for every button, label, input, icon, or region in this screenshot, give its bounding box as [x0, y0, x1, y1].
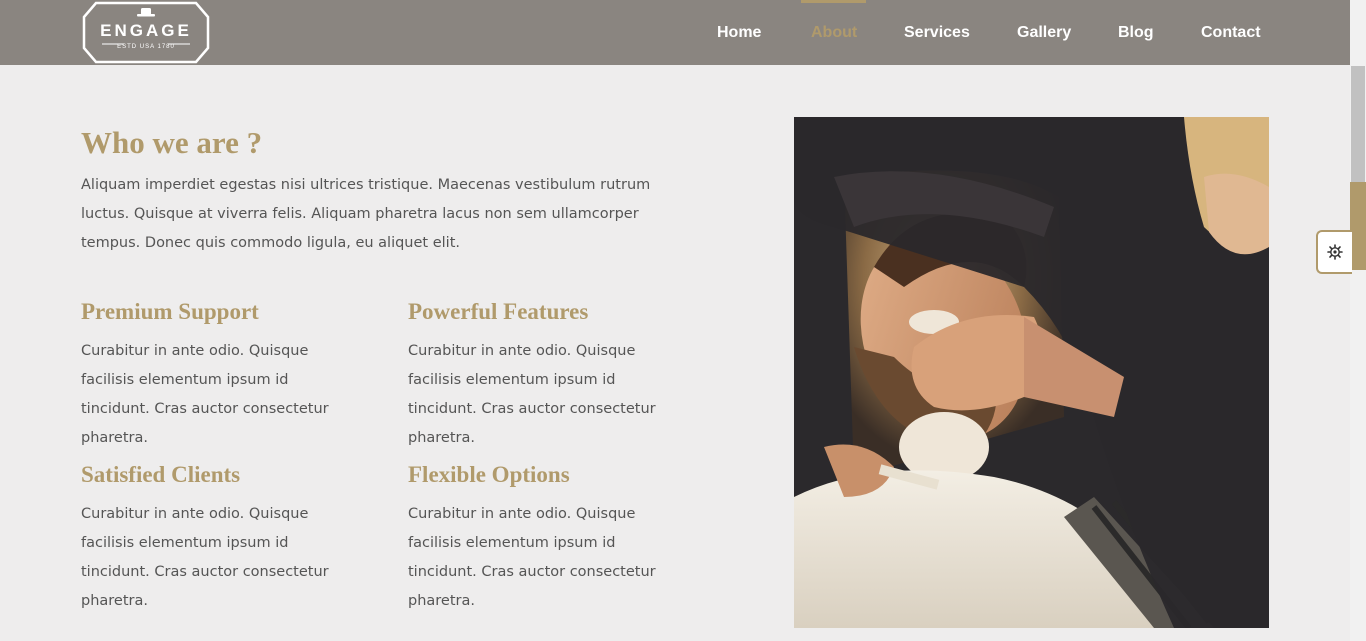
feature-title: Satisfied Clients	[81, 462, 241, 487]
nav-blog[interactable]: Blog	[1118, 24, 1154, 42]
feature-title: Flexible Options	[408, 462, 570, 487]
feature-satisfied-clients: Satisfied Clients Curabitur in ante odio…	[81, 460, 381, 616]
barber-photo	[794, 117, 1269, 628]
brand-tagline: ESTD USA 1780	[117, 44, 175, 50]
feature-premium-support: Premium Support Curabitur in ante odio. …	[81, 297, 381, 453]
feature-text: Curabitur in ante odio. Quisque facilisi…	[408, 343, 656, 446]
settings-button[interactable]	[1316, 230, 1352, 274]
navbar: ENGAGE ESTD USA 1780 Home About Services…	[0, 0, 1350, 65]
nav-contact[interactable]: Contact	[1201, 24, 1261, 42]
barber-photo-illustration	[794, 117, 1269, 628]
brand-name: ENGAGE	[100, 21, 192, 40]
feature-powerful-features: Powerful Features Curabitur in ante odio…	[408, 297, 708, 453]
nav-services[interactable]: Services	[904, 24, 970, 42]
feature-title: Powerful Features	[408, 299, 589, 324]
nav-home[interactable]: Home	[717, 24, 761, 42]
feature-text: Curabitur in ante odio. Quisque facilisi…	[81, 343, 329, 446]
nav-gallery[interactable]: Gallery	[1017, 24, 1071, 42]
nav-about[interactable]: About	[811, 24, 857, 42]
feature-title: Premium Support	[81, 299, 259, 324]
nav-active-indicator	[801, 0, 866, 3]
side-tab[interactable]	[1350, 182, 1366, 270]
hat-icon	[137, 8, 155, 17]
brand-logo[interactable]: ENGAGE ESTD USA 1780	[82, 0, 210, 65]
feature-flexible-options: Flexible Options Curabitur in ante odio.…	[408, 460, 708, 616]
feature-text: Curabitur in ante odio. Quisque facilisi…	[81, 506, 329, 609]
about-title: Who we are ?	[81, 125, 263, 160]
gear-icon	[1327, 244, 1343, 260]
feature-text: Curabitur in ante odio. Quisque facilisi…	[408, 506, 656, 609]
about-intro: Aliquam imperdiet egestas nisi ultrices …	[81, 177, 651, 251]
